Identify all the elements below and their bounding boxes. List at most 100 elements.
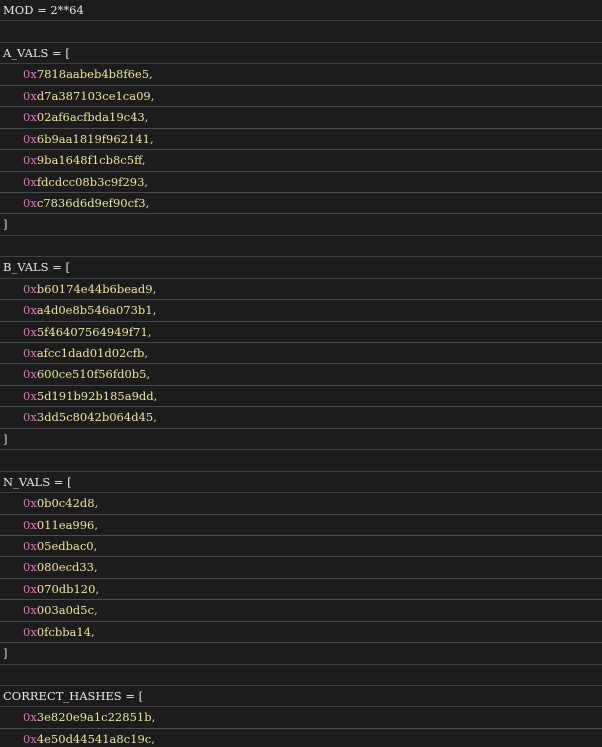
list-item: 0xd7a387103ce1ca09, bbox=[0, 86, 602, 108]
hex-value: 5d191b92b185a9dd bbox=[36, 388, 154, 403]
hex-value: a4d0e8b546a073b1 bbox=[36, 303, 153, 318]
hex-prefix: 0x bbox=[23, 195, 37, 210]
separator: , bbox=[93, 538, 98, 553]
separator: , bbox=[151, 731, 155, 746]
hex-value: 5f46407564949f71 bbox=[36, 324, 148, 339]
separator: , bbox=[145, 195, 150, 210]
mod-text: MOD = 2**64 bbox=[3, 3, 84, 17]
hex-value: afcc1dad01d02cfb bbox=[36, 346, 145, 360]
list-item: 0x600ce510f56fd0b5, bbox=[0, 364, 602, 386]
hex-prefix: 0x bbox=[23, 581, 37, 596]
list-item: 0x6b9aa1819f962141, bbox=[0, 129, 602, 151]
hex-value: 0fcbba14 bbox=[36, 624, 92, 639]
hex-prefix: 0x bbox=[23, 538, 37, 553]
a-vals-open: A_VALS = [ bbox=[3, 45, 70, 60]
b-vals-list: 0xb60174e44b6bead9, 0xa4d0e8b546a073b1, … bbox=[0, 279, 602, 429]
hex-value: 05edbac0 bbox=[36, 538, 94, 553]
a-vals-close: ] bbox=[3, 217, 8, 232]
list-item: 0x080ecd33, bbox=[0, 557, 602, 579]
blank-line bbox=[0, 21, 602, 43]
n-vals-close: ] bbox=[3, 646, 8, 661]
list-item: 0xb60174e44b6bead9, bbox=[0, 279, 602, 301]
hex-prefix: 0x bbox=[23, 131, 37, 146]
separator: , bbox=[94, 603, 98, 618]
list-item: 0x0fcbba14, bbox=[0, 622, 602, 644]
list-item: 0x5f46407564949f71, bbox=[0, 322, 602, 343]
a-vals-close-line: ] bbox=[0, 214, 602, 236]
hex-prefix: 0x bbox=[23, 410, 37, 425]
list-item: 0xa4d0e8b546a073b1, bbox=[0, 300, 602, 322]
b-vals-close-line: ] bbox=[0, 429, 602, 451]
hex-value: 080ecd33 bbox=[36, 560, 95, 575]
hex-value: 070db120 bbox=[36, 581, 96, 596]
hex-prefix: 0x bbox=[23, 560, 37, 575]
list-item: 0x9ba1648f1cb8c5ff, bbox=[0, 150, 602, 172]
hex-prefix: 0x bbox=[23, 367, 37, 382]
hex-value: 9ba1648f1cb8c5ff bbox=[36, 153, 142, 168]
list-item: 0x4e50d44541a8c19c, bbox=[0, 729, 602, 747]
code-view: MOD = 2**64 A_VALS = [ 0x7818aabeb4b8f6e… bbox=[0, 0, 602, 747]
list-item: 0x070db120, bbox=[0, 579, 602, 601]
correct-hashes-open-line: CORRECT_HASHES = [ bbox=[0, 686, 602, 708]
list-item: 0x02af6acfbda19c43, bbox=[0, 107, 602, 129]
n-vals-open: N_VALS = [ bbox=[3, 474, 72, 489]
correct-hashes-list: 0x3e820e9a1c22851b, 0x4e50d44541a8c19c, bbox=[0, 707, 602, 747]
list-item: 0x3dd5c8042b064d45, bbox=[0, 407, 602, 429]
list-item: 0x011ea996, bbox=[0, 515, 602, 536]
list-item: 0x003a0d5c, bbox=[0, 600, 602, 622]
separator: , bbox=[147, 324, 152, 339]
hex-prefix: 0x bbox=[23, 603, 37, 618]
separator: , bbox=[94, 496, 99, 511]
hex-value: 3e820e9a1c22851b bbox=[36, 710, 152, 725]
separator: , bbox=[153, 388, 158, 403]
separator: , bbox=[144, 346, 149, 360]
hex-prefix: 0x bbox=[23, 281, 37, 296]
separator: , bbox=[151, 710, 156, 725]
b-vals-open-line: B_VALS = [ bbox=[0, 257, 602, 279]
hex-prefix: 0x bbox=[23, 731, 37, 746]
separator: , bbox=[91, 624, 95, 639]
list-item: 0x05edbac0, bbox=[0, 536, 602, 558]
hex-prefix: 0x bbox=[23, 388, 37, 403]
hex-value: c7836d6d9ef90cf3 bbox=[36, 195, 146, 210]
list-item: 0x3e820e9a1c22851b, bbox=[0, 707, 602, 729]
list-item: 0xafcc1dad01d02cfb, bbox=[0, 343, 602, 365]
separator: , bbox=[152, 303, 157, 318]
hex-prefix: 0x bbox=[23, 324, 37, 339]
separator: , bbox=[144, 110, 149, 125]
hex-value: 011ea996 bbox=[36, 517, 95, 532]
b-vals-open: B_VALS = [ bbox=[3, 260, 70, 275]
separator: , bbox=[141, 153, 146, 168]
hex-prefix: 0x bbox=[23, 67, 37, 82]
hex-value: 6b9aa1819f962141 bbox=[36, 131, 150, 146]
n-vals-list: 0x0b0c42d8, 0x011ea996, 0x05edbac0, 0x08… bbox=[0, 493, 602, 644]
hex-value: d7a387103ce1ca09 bbox=[36, 88, 151, 103]
hex-value: 7818aabeb4b8f6e5 bbox=[36, 67, 150, 82]
hex-prefix: 0x bbox=[23, 174, 37, 189]
correct-hashes-open: CORRECT_HASHES = [ bbox=[3, 689, 144, 703]
hex-value: 0b0c42d8 bbox=[36, 496, 95, 511]
hex-value: b60174e44b6bead9 bbox=[36, 281, 153, 296]
hex-value: 3dd5c8042b064d45 bbox=[36, 410, 154, 425]
separator: , bbox=[149, 131, 154, 146]
list-item: 0x0b0c42d8, bbox=[0, 493, 602, 515]
separator: , bbox=[95, 581, 100, 596]
hex-prefix: 0x bbox=[23, 153, 37, 168]
list-item: 0xfdcdcc08b3c9f293, bbox=[0, 172, 602, 193]
hex-prefix: 0x bbox=[23, 517, 37, 532]
b-vals-close: ] bbox=[3, 431, 8, 446]
hex-prefix: 0x bbox=[23, 710, 37, 725]
list-item: 0xc7836d6d9ef90cf3, bbox=[0, 193, 602, 215]
hex-value: fdcdcc08b3c9f293 bbox=[36, 174, 145, 189]
n-vals-open-line: N_VALS = [ bbox=[0, 472, 602, 494]
hex-value: 4e50d44541a8c19c bbox=[36, 731, 152, 746]
separator: , bbox=[94, 560, 98, 575]
mod-line: MOD = 2**64 bbox=[0, 0, 602, 22]
blank-line bbox=[0, 665, 602, 686]
hex-value: 600ce510f56fd0b5 bbox=[36, 367, 147, 382]
separator: , bbox=[150, 88, 155, 103]
separator: , bbox=[152, 281, 157, 296]
a-vals-list: 0x7818aabeb4b8f6e5, 0xd7a387103ce1ca09, … bbox=[0, 64, 602, 215]
separator: , bbox=[94, 517, 99, 532]
a-vals-open-line: A_VALS = [ bbox=[0, 43, 602, 65]
